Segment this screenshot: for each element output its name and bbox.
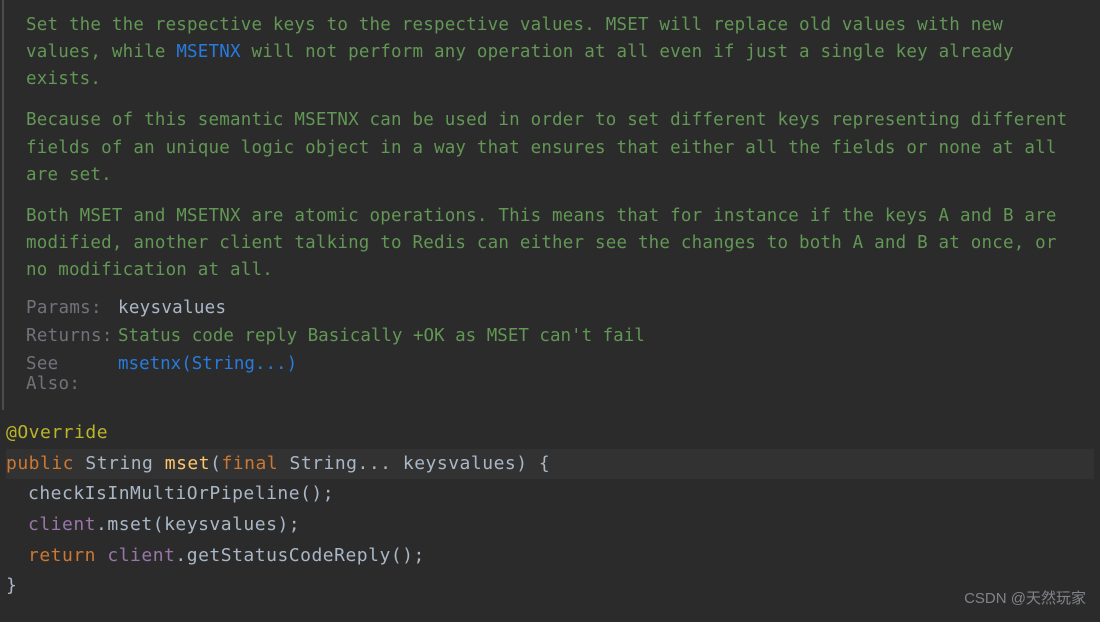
call-getstatuscodereply: getStatusCodeReply [187, 545, 391, 566]
call-checkismulti: checkIsInMultiOrPipeline [28, 483, 300, 504]
javadoc-returns-row: Returns: Status code reply Basically +OK… [26, 326, 1082, 346]
keyword-public: public [6, 453, 74, 474]
javadoc-params-row: Params: keysvalues [26, 298, 1082, 318]
ident-client-1: client [28, 514, 96, 535]
param-type: String... [289, 453, 391, 474]
javadoc-paragraph-2: Because of this semantic MSETNX can be u… [26, 107, 1082, 188]
code-editor[interactable]: @Override public String mset(final Strin… [0, 410, 1100, 610]
javadoc-paragraph-1: Set the the respective keys to the respe… [26, 12, 1082, 93]
javadoc-block: Set the the respective keys to the respe… [2, 0, 1100, 410]
seealso-label: See Also: [26, 354, 118, 394]
javadoc-seealso-row: See Also: msetnx(String...) [26, 354, 1082, 394]
keyword-final: final [221, 453, 278, 474]
method-name: mset [165, 453, 210, 474]
seealso-link[interactable]: msetnx(String...) [118, 354, 297, 374]
return-type: String [85, 453, 153, 474]
javadoc-paragraph-3: Both MSET and MSETNX are atomic operatio… [26, 203, 1082, 284]
keyword-return: return [28, 545, 96, 566]
annotation-override: @Override [6, 422, 108, 443]
returns-value: Status code reply Basically +OK as MSET … [118, 326, 645, 346]
returns-label: Returns: [26, 326, 118, 346]
current-line: public String mset(final String... keysv… [6, 449, 1094, 480]
call-mset: mset [107, 514, 152, 535]
params-value: keysvalues [118, 298, 226, 318]
param-name: keysvalues [403, 453, 516, 474]
params-label: Params: [26, 298, 118, 318]
arg-keysvalues: keysvalues [164, 514, 277, 535]
watermark: CSDN @天然玩家 [964, 587, 1086, 608]
javadoc-tags: Params: keysvalues Returns: Status code … [26, 298, 1082, 394]
javadoc-link-msetnx[interactable]: MSETNX [176, 42, 240, 62]
ident-client-2: client [107, 545, 175, 566]
